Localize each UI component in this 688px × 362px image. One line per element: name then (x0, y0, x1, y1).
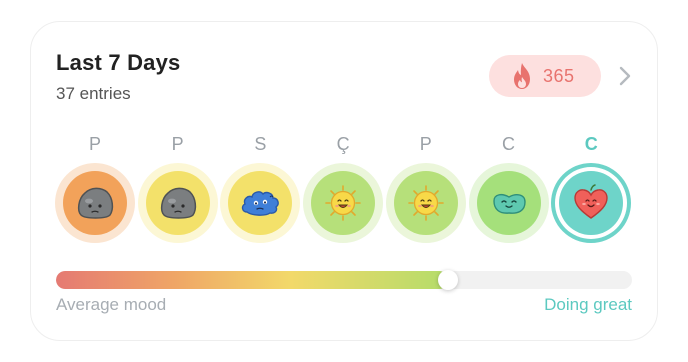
loving-heart-icon (559, 171, 624, 235)
day-mood-button[interactable] (137, 163, 218, 243)
day-label: P (171, 134, 184, 154)
worried-cloud-icon (228, 171, 293, 235)
mood-bar-thumb (437, 270, 458, 290)
happy-sun-icon (393, 171, 458, 235)
day-label: C (584, 134, 598, 154)
chevron-right-icon[interactable] (614, 64, 636, 88)
day-label: C (502, 134, 515, 154)
flame-icon (514, 63, 530, 89)
entries-count: 37 entries (56, 84, 131, 103)
card-title: Last 7 Days (56, 50, 181, 75)
mood-bar-label-left: Average mood (56, 295, 167, 314)
streak-badge[interactable]: 365 (489, 55, 601, 97)
day-mood-button[interactable] (551, 163, 632, 243)
mood-bar-fill (56, 271, 448, 289)
day-mood-button[interactable] (55, 163, 135, 243)
mood-bar-track (56, 271, 632, 289)
day-label: Ç (336, 134, 350, 154)
sad-rock-icon (145, 171, 210, 235)
day-mood-button[interactable] (303, 163, 384, 243)
content-bean-icon (476, 171, 541, 235)
day-label: P (419, 134, 432, 154)
day-mood-button[interactable] (220, 163, 301, 243)
streak-count: 365 (543, 65, 575, 86)
happy-sun-icon (311, 171, 376, 235)
sad-rock-icon (63, 171, 127, 235)
day-mood-button[interactable] (385, 163, 466, 243)
mood-bar-label-right: Doing great (544, 295, 632, 314)
day-label: S (254, 134, 267, 154)
day-mood-button[interactable] (468, 163, 549, 243)
day-label: P (88, 134, 101, 154)
